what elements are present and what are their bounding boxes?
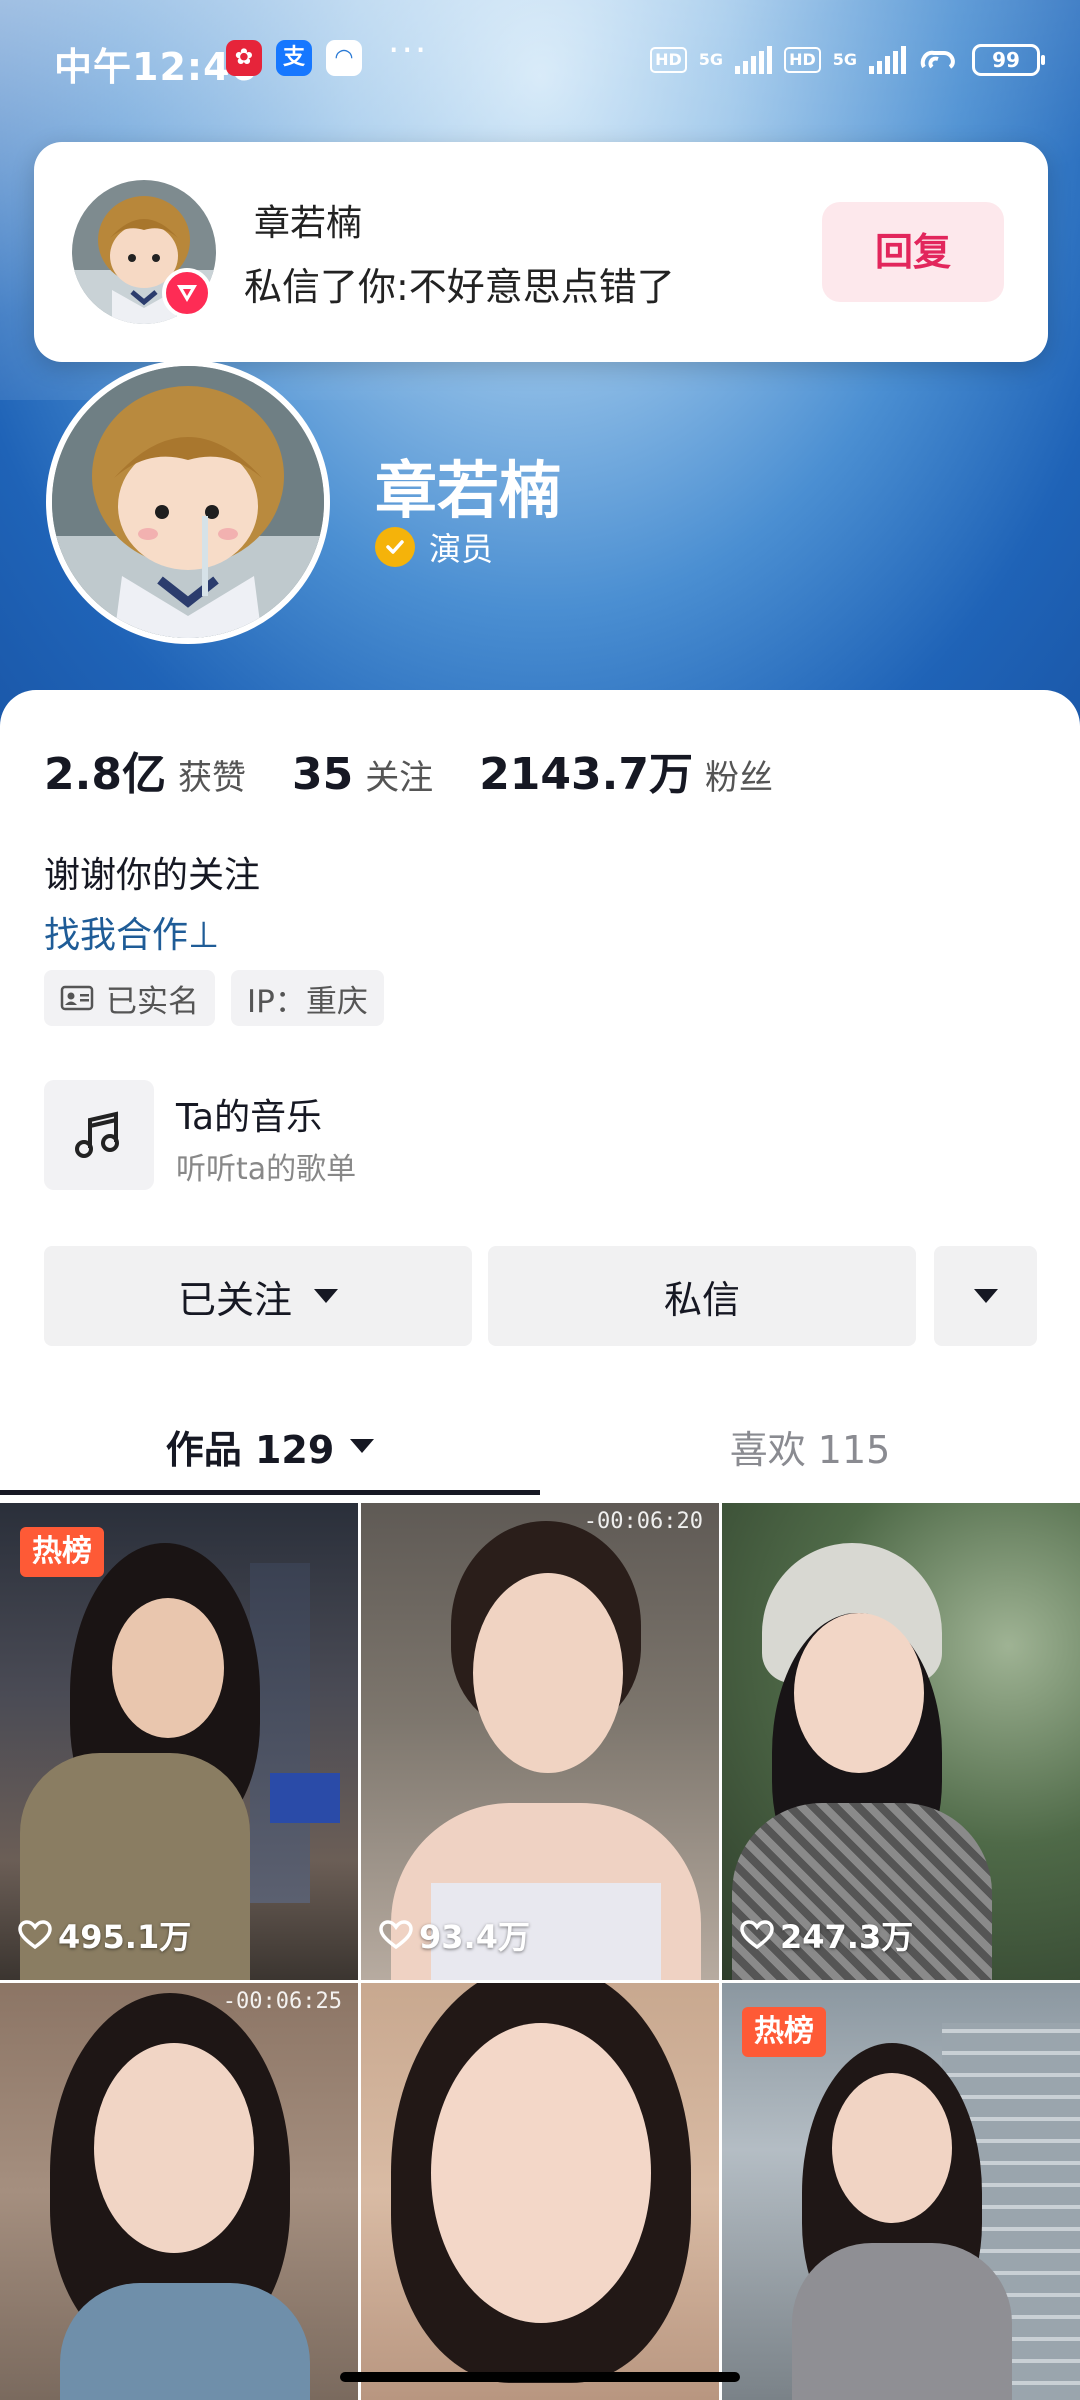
following-count[interactable]: 35: [292, 749, 353, 800]
verification-badge: 演员: [375, 524, 493, 570]
video-thumbnail[interactable]: -00:06:20 93.4万: [361, 1503, 719, 1980]
alipay-icon: 支: [276, 40, 312, 76]
profile-actions: 已关注 私信: [44, 1246, 1037, 1346]
video-likes-count: 247.3万: [780, 1918, 914, 1956]
status-indicators: HD 5G HD 5G 99: [650, 40, 1045, 80]
followers-label[interactable]: 粉丝: [705, 750, 773, 799]
cloud-app-icon: ◠: [326, 40, 362, 76]
hd-icon: HD: [650, 47, 687, 73]
video-duration: -00:06:20: [583, 1509, 703, 1534]
tab-likes-label: 喜欢 115: [729, 1427, 891, 1472]
music-title: Ta的音乐: [176, 1097, 323, 1138]
followers-count[interactable]: 2143.7万: [479, 738, 693, 802]
red-app-icon: ✿: [226, 40, 262, 76]
video-grid: 热榜 495.1万 -00:06:20 93.4万 247.3万 -00:06:…: [0, 1503, 1080, 2400]
heart-icon: [740, 1920, 774, 1950]
douyin-message-badge-icon: [162, 268, 212, 318]
video-thumbnail[interactable]: [361, 1983, 719, 2400]
content-tabs: 作品 129 喜欢 115: [0, 1396, 1080, 1496]
tab-works-label: 作品 129: [165, 1427, 335, 1472]
verified-check-icon: [375, 527, 415, 567]
music-entry[interactable]: Ta的音乐 听听ta的歌单: [44, 1080, 644, 1190]
hot-badge: 热榜: [742, 2007, 826, 2057]
profile-avatar[interactable]: [46, 360, 330, 644]
more-options-button[interactable]: [934, 1246, 1037, 1346]
heart-icon: [18, 1920, 52, 1950]
likes-count[interactable]: 2.8亿: [44, 738, 166, 802]
battery-icon: 99: [972, 44, 1045, 76]
caret-down-icon: [314, 1289, 338, 1303]
message-button[interactable]: 私信: [488, 1246, 916, 1346]
video-thumbnail[interactable]: 247.3万: [722, 1503, 1080, 1980]
video-likes-count: 495.1万: [58, 1918, 192, 1956]
profile-bio: 谢谢你的关注: [44, 855, 261, 896]
real-name-tag[interactable]: 已实名: [44, 970, 215, 1026]
home-indicator[interactable]: [340, 2372, 740, 2382]
5g-icon: 5G: [698, 50, 724, 69]
verification-label: 演员: [429, 530, 494, 568]
hot-badge: 热榜: [20, 1527, 104, 1577]
status-bar: 中午12:46 ✿ 支 ◠ ··· HD 5G HD 5G 99: [0, 0, 1080, 120]
signal-icon: [735, 46, 773, 74]
ip-location-label: IP：重庆: [247, 983, 368, 1020]
message-notification[interactable]: 章若楠 私信了你:不好意思点错了 回复: [34, 142, 1048, 362]
notification-sender: 章若楠: [254, 203, 363, 244]
video-thumbnail[interactable]: 热榜 495.1万: [0, 1503, 358, 1980]
active-tab-indicator: [0, 1490, 540, 1495]
notification-message: 私信了你:不好意思点错了: [244, 265, 675, 309]
followed-button[interactable]: 已关注: [44, 1246, 472, 1346]
tab-likes[interactable]: 喜欢 115: [540, 1396, 1080, 1496]
following-label[interactable]: 关注: [365, 750, 433, 799]
video-likes-count: 93.4万: [419, 1918, 530, 1956]
video-likes: 495.1万: [18, 1912, 191, 1958]
profile-tags: 已实名 IP：重庆: [44, 970, 384, 1026]
music-note-icon: [44, 1080, 154, 1190]
music-subtitle: 听听ta的歌单: [176, 1152, 357, 1187]
real-name-label: 已实名: [106, 983, 199, 1020]
video-duration: -00:06:25: [222, 1989, 342, 2014]
id-card-icon: [60, 985, 94, 1011]
profile-name: 章若楠: [375, 454, 562, 527]
followed-label: 已关注: [177, 1277, 292, 1322]
video-likes: 247.3万: [740, 1912, 913, 1958]
video-thumbnail[interactable]: 热榜: [722, 1983, 1080, 2400]
message-label: 私信: [663, 1277, 740, 1322]
link-icon: [920, 50, 955, 69]
business-contact-link[interactable]: 找我合作⊥: [44, 906, 219, 958]
tab-works[interactable]: 作品 129: [0, 1396, 540, 1496]
heart-icon: [379, 1920, 413, 1950]
5g-icon-2: 5G: [832, 50, 857, 69]
video-likes: 93.4万: [379, 1912, 530, 1958]
caret-down-icon: [350, 1439, 375, 1453]
likes-label[interactable]: 获赞: [178, 750, 246, 799]
ip-location-tag: IP：重庆: [231, 970, 384, 1026]
caret-down-icon: [973, 1289, 998, 1303]
hd-icon-2: HD: [784, 47, 821, 73]
more-notifications-icon: ···: [388, 30, 429, 71]
video-thumbnail[interactable]: -00:06:25: [0, 1983, 358, 2400]
reply-button[interactable]: 回复: [822, 202, 1004, 302]
signal-icon-2: [869, 46, 906, 74]
profile-stats: 2.8亿 获赞 35 关注 2143.7万 粉丝: [44, 738, 819, 802]
